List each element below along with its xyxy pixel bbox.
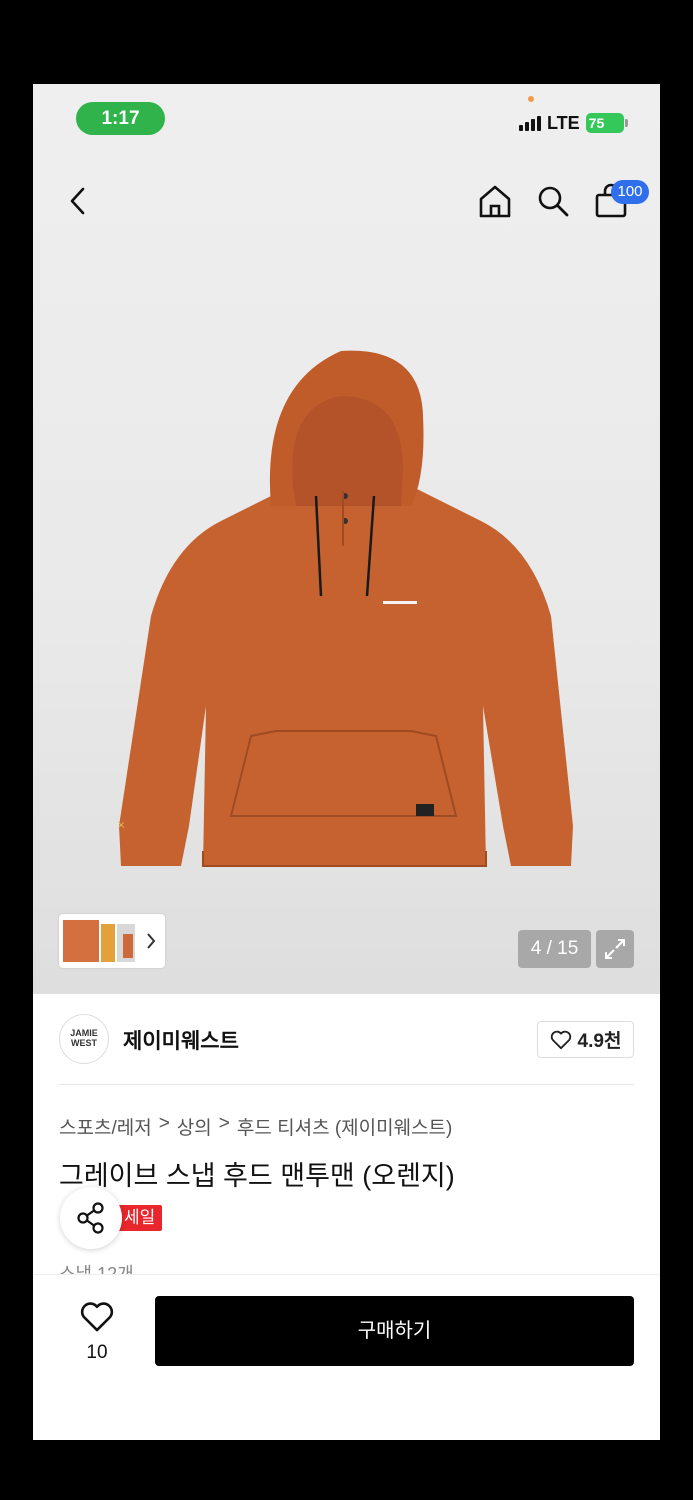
breadcrumb-separator: > [158,1113,170,1134]
status-indicators: LTE 75 [519,112,628,134]
bottom-action-bar: 10 구매하기 [33,1274,660,1440]
breadcrumb: 스포츠/레저 > 상의 > 후드 티셔츠 (제이미웨스트) [59,1113,452,1140]
breadcrumb-item-tops[interactable]: 상의 [177,1113,212,1140]
sale-badge: 세일 [117,1205,163,1231]
svg-text:×: × [117,820,125,831]
wishlist-count: 10 [86,1342,108,1363]
product-hoodie-image[interactable]: × [111,346,581,891]
back-icon[interactable] [63,184,93,218]
privacy-indicator-dot [528,96,534,102]
heart-icon [80,1302,114,1332]
signal-icon [519,115,541,131]
share-button[interactable] [60,1187,122,1249]
buy-button[interactable]: 구매하기 [155,1296,634,1366]
share-icon [77,1202,104,1234]
breadcrumb-item-hoodies[interactable]: 후드 티셔츠 (제이미웨스트) [237,1113,453,1140]
breadcrumb-item-sports[interactable]: 스포츠/레저 [59,1113,152,1140]
image-counter: 4 / 15 [518,930,591,968]
search-icon[interactable] [535,182,571,220]
heart-icon [550,1030,571,1049]
battery-icon: 75 [585,113,628,133]
wishlist-button[interactable]: 10 [77,1301,117,1364]
divider [59,1084,634,1085]
product-image-gallery[interactable]: 1:17 LTE 75 100 × 4 / 15 [33,84,660,994]
status-time: 1:17 [76,102,165,135]
app-screen: 1:17 LTE 75 100 × 4 / 15 JAMIE WEST 제이미웨… [33,84,660,1440]
thumbnail-strip[interactable] [59,914,165,968]
chevron-right-icon [147,933,156,949]
brand-logo[interactable]: JAMIE WEST [59,1014,109,1064]
brand-like-button[interactable]: 4.9천 [537,1021,634,1058]
home-icon[interactable] [477,182,513,220]
network-label: LTE [547,112,580,133]
expand-icon[interactable] [596,930,634,968]
cart-count-badge: 100 [611,180,649,204]
breadcrumb-separator: > [218,1113,230,1134]
brand-like-count: 4.9천 [577,1031,622,1052]
brand-name[interactable]: 제이미웨스트 [123,1025,239,1055]
